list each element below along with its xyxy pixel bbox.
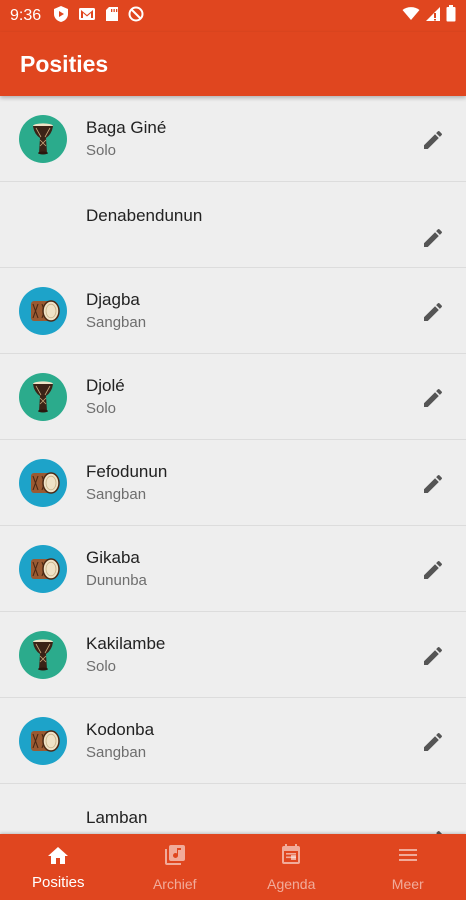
- list-item-title: Baga Giné: [86, 118, 167, 137]
- list-item[interactable]: Denabendunun: [0, 182, 466, 268]
- list-item-text: Gikaba Dununba: [86, 548, 466, 589]
- list-item-text: Denabendunun: [86, 182, 466, 268]
- nav-item-archief[interactable]: Archief: [117, 834, 234, 900]
- avatar-slot: [0, 182, 86, 268]
- shield-icon: [53, 5, 69, 28]
- list-item-subtitle: Sangban: [86, 744, 147, 761]
- edit-icon[interactable]: [420, 299, 446, 325]
- edit-icon[interactable]: [420, 827, 446, 834]
- nav-label: Agenda: [267, 875, 316, 892]
- list-item-title: Gikaba: [86, 548, 140, 567]
- avatar-slot: [0, 96, 86, 182]
- page-title: Posities: [20, 50, 109, 77]
- dunun-drum-icon: [19, 286, 67, 335]
- dunun-drum-icon: [19, 458, 67, 507]
- dunun-drum-icon: [19, 716, 67, 765]
- list-item-subtitle: Dununba: [86, 572, 147, 589]
- list-item-title: Lamban: [86, 807, 148, 827]
- dunun-drum-icon: [19, 544, 67, 593]
- app-bar: Posities: [0, 32, 466, 96]
- nav-item-posities[interactable]: Posities: [0, 834, 117, 900]
- signal-icon: [425, 6, 441, 27]
- edit-icon[interactable]: [420, 385, 446, 411]
- list-item-subtitle: Sangban: [86, 314, 147, 331]
- list-item-title: Djagba: [86, 290, 140, 309]
- nav-label: Posities: [31, 874, 85, 891]
- list-item-text: Kakilambe Solo: [86, 634, 466, 675]
- list-item-subtitle: Solo: [86, 658, 117, 675]
- list-item-title: Kakilambe: [86, 634, 166, 653]
- list-item[interactable]: Baga Giné Solo: [0, 96, 466, 182]
- calendar-icon: [279, 843, 303, 872]
- list-item-subtitle: Solo: [86, 142, 117, 159]
- edit-icon[interactable]: [420, 225, 446, 251]
- list-item[interactable]: Kakilambe Solo: [0, 612, 466, 698]
- list-item[interactable]: Lamban: [0, 784, 466, 834]
- list-item-subtitle: Solo: [86, 400, 117, 417]
- list-item[interactable]: Fefodunun Sangban: [0, 440, 466, 526]
- wifi-icon: [402, 6, 420, 26]
- avatar-slot: [0, 526, 86, 612]
- list-item-text: Djolé Solo: [86, 376, 466, 417]
- music-library-icon: [163, 843, 187, 872]
- nav-item-meer[interactable]: Meer: [350, 834, 466, 900]
- list-item-text: Fefodunun Sangban: [86, 462, 466, 503]
- edit-icon[interactable]: [420, 127, 446, 153]
- edit-icon[interactable]: [420, 557, 446, 583]
- nav-label: Meer: [391, 875, 424, 892]
- list-item-title: Denabendunun: [86, 205, 203, 225]
- list-item[interactable]: Gikaba Dununba: [0, 526, 466, 612]
- list-item-text: Lamban: [86, 784, 466, 835]
- list-item[interactable]: Djolé Solo: [0, 354, 466, 440]
- list-item-title: Djolé: [86, 376, 125, 395]
- list-item-title: Fefodunun: [86, 462, 168, 481]
- list-item-subtitle: Sangban: [86, 486, 147, 503]
- home-icon: [46, 843, 70, 870]
- avatar-slot: [0, 440, 86, 526]
- avatar-slot: [0, 698, 86, 784]
- djembe-icon: [19, 630, 67, 679]
- avatar-slot: [0, 612, 86, 698]
- nav-item-agenda[interactable]: Agenda: [233, 834, 350, 900]
- edit-icon[interactable]: [420, 643, 446, 669]
- djembe-icon: [19, 114, 67, 163]
- list-item-text: Djagba Sangban: [86, 290, 466, 331]
- nav-label: Archief: [152, 875, 197, 892]
- bottom-navigation: Posities Archief Agenda Meer: [0, 834, 466, 900]
- list-item-title: Kodonba: [86, 720, 155, 739]
- djembe-icon: [19, 372, 67, 421]
- list-item-text: Kodonba Sangban: [86, 720, 466, 761]
- avatar-slot: [0, 354, 86, 440]
- battery-icon: [446, 5, 456, 27]
- menu-icon: [396, 843, 420, 872]
- no-sync-icon: [128, 6, 144, 27]
- sd-card-icon: [105, 6, 119, 27]
- status-bar: 9:36: [0, 0, 466, 32]
- avatar-slot: [0, 784, 86, 835]
- edit-icon[interactable]: [420, 729, 446, 755]
- gmail-icon: [78, 7, 96, 26]
- status-time: 9:36: [10, 7, 42, 24]
- list-item[interactable]: Kodonba Sangban: [0, 698, 466, 784]
- list-item[interactable]: Djagba Sangban: [0, 268, 466, 354]
- edit-icon[interactable]: [420, 471, 446, 497]
- avatar-slot: [0, 268, 86, 354]
- positions-list: Baga Giné Solo Denabendunun Djagba Sangban Dj…: [0, 96, 466, 834]
- list-item-text: Baga Giné Solo: [86, 118, 466, 159]
